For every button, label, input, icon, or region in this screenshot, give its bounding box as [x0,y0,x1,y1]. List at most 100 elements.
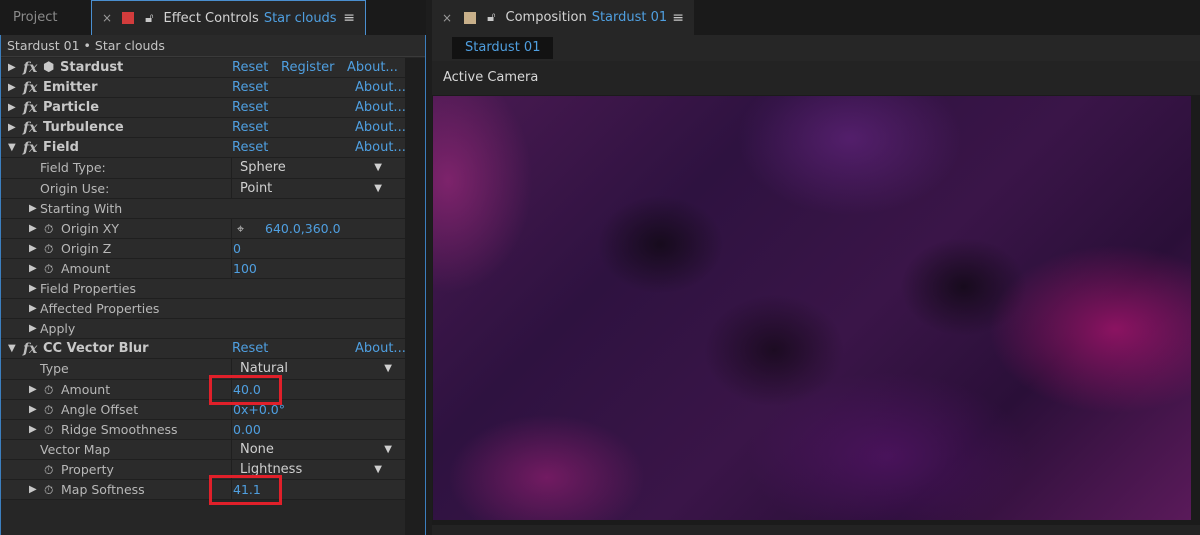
expand-triangle-icon[interactable]: ▶ [29,380,37,400]
collapse-triangle-icon[interactable]: ▼ [8,138,16,158]
collapse-triangle-icon[interactable]: ▼ [8,339,16,359]
field-type-dropdown[interactable]: Sphere ▼ [234,159,386,177]
highlight-box-amount [209,375,282,405]
expand-triangle-icon[interactable]: ▶ [29,480,37,500]
reset-button-stardust[interactable]: Reset [232,58,268,78]
panel-menu-icon[interactable]: ≡ [343,10,355,26]
expand-triangle-icon[interactable]: ▶ [29,420,37,440]
breadcrumb: Stardust 01 • Star clouds [1,35,425,57]
fx-icon[interactable]: fx [23,98,37,118]
stopwatch-icon[interactable]: ⏱︎ [44,400,53,420]
composition-subtab[interactable]: Stardust 01 [452,37,554,59]
expand-triangle-icon[interactable]: ▶ [29,199,37,219]
reset-button-emitter[interactable]: Reset [232,78,268,98]
tab-effect-controls[interactable]: × 🔓︎ Effect Controls Star clouds ≡ [91,0,366,35]
property-row-origin-use: Origin Use: Point ▼ [1,178,405,199]
reset-button-vector-blur[interactable]: Reset [232,339,268,359]
expand-triangle-icon[interactable]: ▶ [29,319,37,339]
composition-canvas[interactable] [433,96,1191,520]
expand-triangle-icon[interactable]: ▶ [29,219,37,239]
origin-xy-value[interactable]: 640.0,360.0 [265,219,341,239]
about-button-particle[interactable]: About... [355,98,406,118]
reset-button-field[interactable]: Reset [232,138,268,158]
close-icon[interactable]: × [442,11,452,25]
tab-composition-target[interactable]: Stardust 01 [592,10,667,25]
expand-triangle-icon[interactable]: ▶ [29,400,37,420]
property-label: Angle Offset [61,401,139,417]
property-row-vector-map: Vector Map None ▼ [1,439,405,460]
reset-button-turbulence[interactable]: Reset [232,118,268,138]
tab-project[interactable]: Project [0,0,90,35]
effect-row-emitter[interactable]: ▶ fx Emitter Reset About... [1,78,406,99]
register-button-stardust[interactable]: Register [281,58,335,78]
dropdown-arrow-icon: ▼ [374,162,382,174]
property-group-affected-properties[interactable]: ▶ Affected Properties [1,299,405,320]
stopwatch-icon[interactable]: ⏱︎ [44,480,53,500]
property-row-field-type: Field Type: Sphere ▼ [1,158,405,179]
panel-menu-icon[interactable]: ≡ [672,10,684,26]
expand-triangle-icon[interactable]: ▶ [8,98,16,118]
lock-icon[interactable]: 🔓︎ [145,11,153,26]
effect-name-stardust: Stardust [60,60,124,75]
dropdown-arrow-icon: ▼ [384,363,392,375]
expand-triangle-icon[interactable]: ▶ [29,259,37,279]
label-color-swatch[interactable] [122,12,135,24]
origin-use-dropdown[interactable]: Point ▼ [234,180,386,198]
property-group-apply[interactable]: ▶ Apply [1,319,405,340]
property-row-origin-xy: ▶ ⏱︎ Origin XY ⌖ 640.0,360.0 [1,218,405,239]
ridge-smoothness-value[interactable]: 0.00 [233,420,261,440]
stopwatch-icon[interactable]: ⏱︎ [44,420,53,440]
expand-triangle-icon[interactable]: ▶ [29,299,37,319]
property-label: Amount [61,381,111,397]
effect-row-cc-vector-blur[interactable]: ▼ fx CC Vector Blur Reset About... [1,339,406,360]
expand-triangle-icon[interactable]: ▶ [29,239,37,259]
property-group-label: Starting With [40,200,123,216]
stopwatch-icon[interactable]: ⏱︎ [44,239,53,259]
tab-effect-controls-target[interactable]: Star clouds [264,11,337,26]
fx-icon[interactable]: fx [23,118,37,138]
expand-triangle-icon[interactable]: ▶ [8,58,16,78]
fx-icon[interactable]: fx [23,78,37,98]
active-camera-label: Active Camera [443,70,539,85]
label-color-swatch[interactable] [464,11,477,24]
composition-viewer[interactable] [432,95,1200,525]
effect-row-field[interactable]: ▼ fx Field Reset About... [1,138,406,159]
about-button-stardust[interactable]: About... [347,58,398,78]
stopwatch-icon[interactable]: ⏱︎ [44,380,53,400]
origin-z-value[interactable]: 0 [233,239,241,259]
about-button-field[interactable]: About... [355,138,406,158]
tab-effect-controls-label: Effect Controls [163,10,259,26]
effect-row-stardust[interactable]: ▶ fx ⬢ Stardust Reset Register About... [1,58,405,79]
lock-icon[interactable]: 🔓︎ [487,10,495,25]
property-group-field-properties[interactable]: ▶ Field Properties [1,279,405,300]
property-group-label: Affected Properties [40,301,160,317]
fx-icon[interactable]: fx [23,58,37,78]
about-button-vector-blur[interactable]: About... [355,339,406,359]
crosshair-icon[interactable]: ⌖ [237,219,244,239]
expand-triangle-icon[interactable]: ▶ [8,118,16,138]
stopwatch-icon[interactable]: ⏱︎ [44,460,53,480]
close-icon[interactable]: × [102,11,112,25]
composition-subtab-bar: Stardust 01 [432,35,1200,61]
stopwatch-icon[interactable]: ⏱︎ [44,219,53,239]
about-button-turbulence[interactable]: About... [355,118,406,138]
tab-composition[interactable]: × 🔓︎ Composition Stardust 01 ≡ [432,0,694,35]
property-group-starting-with[interactable]: ▶ Starting With [1,198,405,219]
reset-button-particle[interactable]: Reset [232,98,268,118]
effect-name-particle: Particle [43,100,100,116]
field-amount-value[interactable]: 100 [233,259,257,279]
about-button-emitter[interactable]: About... [355,78,406,98]
effect-row-turbulence[interactable]: ▶ fx Turbulence Reset About... [1,118,406,139]
stopwatch-icon[interactable]: ⏱︎ [44,259,53,279]
expand-triangle-icon[interactable]: ▶ [29,279,37,299]
fx-icon[interactable]: fx [23,138,37,158]
scrollbar[interactable] [405,58,425,535]
expand-triangle-icon[interactable]: ▶ [8,78,16,98]
property-row-ridge-smoothness: ▶ ⏱︎ Ridge Smoothness 0.00 [1,419,405,440]
effect-row-particle[interactable]: ▶ fx Particle Reset About... [1,98,406,119]
composition-panel: × 🔓︎ Composition Stardust 01 ≡ Stardust … [432,0,1200,535]
property-label: Property [61,461,114,477]
property-group-label: Apply [40,321,76,337]
vector-map-dropdown[interactable]: None ▼ [234,441,396,459]
fx-icon[interactable]: fx [23,339,37,359]
